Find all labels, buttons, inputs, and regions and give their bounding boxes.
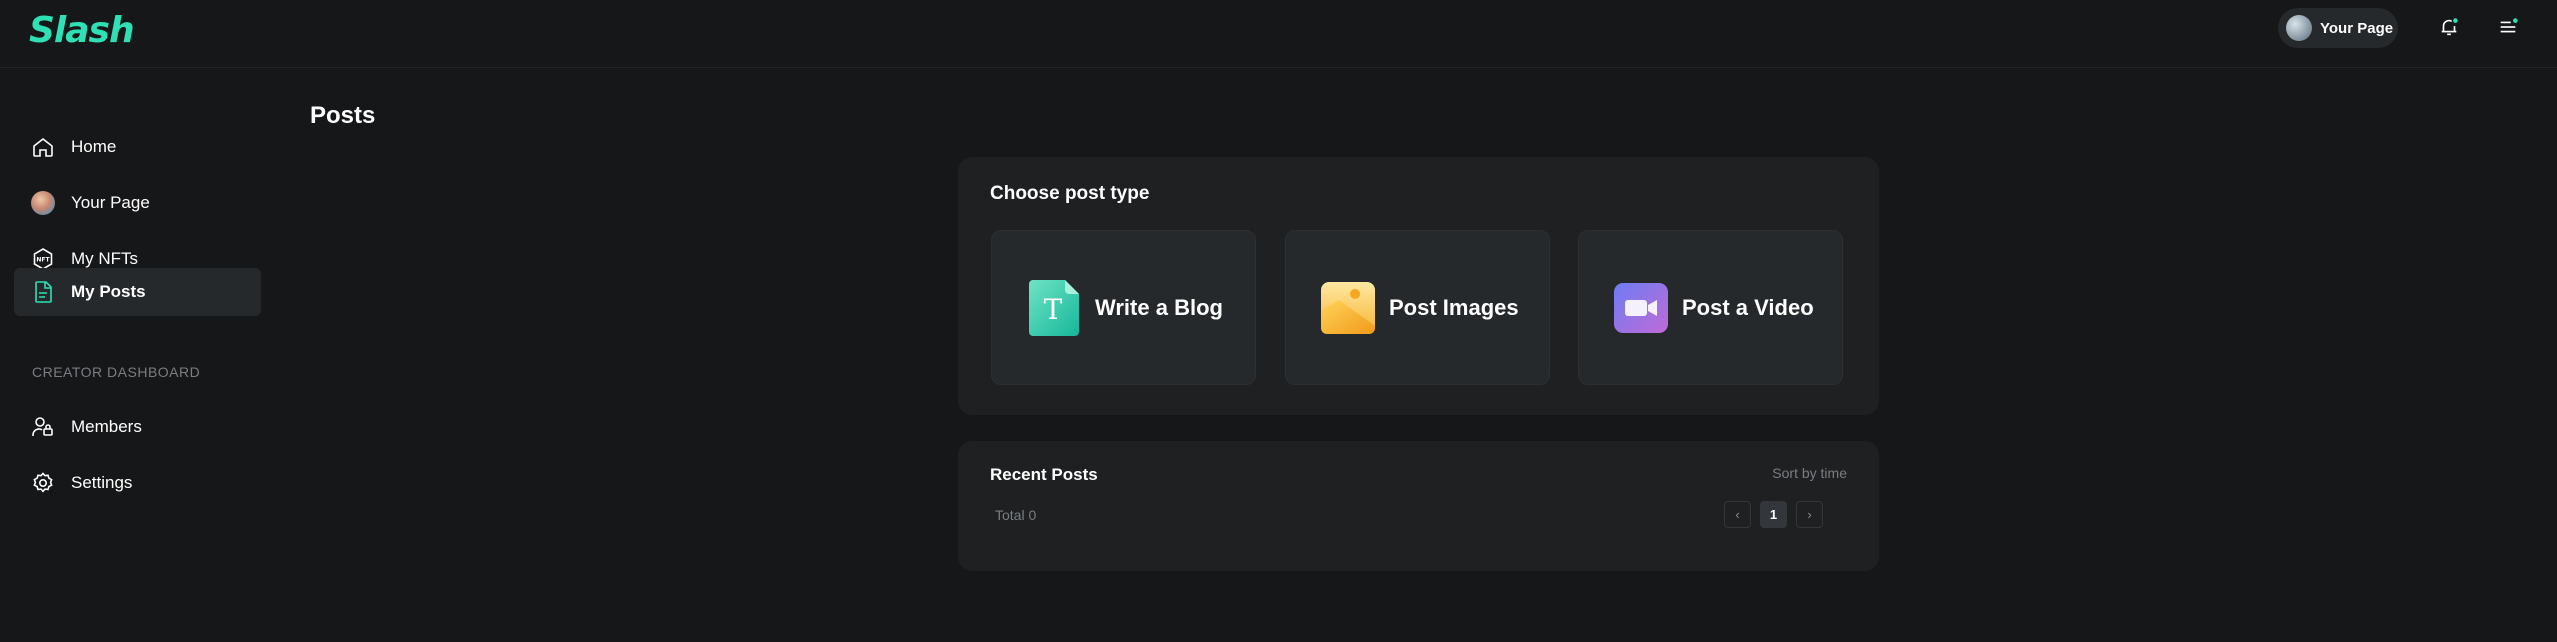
post-images-label: Post Images: [1389, 294, 1519, 320]
recent-posts-title: Recent Posts: [990, 465, 1098, 484]
post-images-button[interactable]: Post Images: [1285, 230, 1550, 385]
your-page-button[interactable]: Your Page: [2278, 8, 2398, 48]
blog-icon: T: [1029, 279, 1079, 336]
sidebar-item-label: Settings: [71, 473, 133, 492]
sort-by-time-button[interactable]: Sort by time: [1772, 465, 1847, 481]
document-icon: [35, 281, 52, 303]
next-page-button[interactable]: ›: [1796, 501, 1823, 528]
gear-icon: [33, 472, 53, 493]
pagination: ‹ 1 ›: [1724, 501, 1823, 528]
svg-text:NFT: NFT: [36, 257, 50, 264]
sidebar-item-members[interactable]: Members: [14, 403, 261, 451]
sidebar-item-label: Your Page: [71, 193, 150, 212]
sidebar-item-settings[interactable]: Settings: [14, 459, 261, 507]
write-blog-label: Write a Blog: [1095, 294, 1223, 320]
image-icon: [1321, 281, 1375, 334]
your-page-label: Your Page: [2320, 19, 2394, 37]
sidebar-item-label: My Posts: [71, 282, 146, 301]
avatar: [31, 191, 55, 215]
total-count: Total 0: [995, 507, 1037, 523]
top-bar: Slash Your Page: [0, 0, 2557, 68]
sidebar-item-your-page[interactable]: Your Page: [14, 179, 261, 227]
recent-posts-card: Recent Posts Sort by time Total 0 ‹ 1 ›: [958, 441, 1879, 571]
svg-text:T: T: [1044, 293, 1063, 326]
section-label-creator-dashboard: CREATOR DASHBOARD: [32, 364, 201, 380]
sidebar-item-my-posts[interactable]: My Posts: [14, 268, 261, 316]
choose-post-type-title: Choose post type: [990, 183, 1150, 204]
write-blog-button[interactable]: T Write a Blog: [991, 230, 1256, 385]
home-icon: [33, 137, 53, 157]
sidebar-item-label: Home: [71, 137, 117, 156]
post-video-label: Post a Video: [1682, 294, 1814, 320]
sidebar-item-label: Members: [71, 417, 142, 436]
page-title: Posts: [310, 102, 376, 129]
avatar: [2286, 15, 2312, 41]
page-number-button[interactable]: 1: [1760, 501, 1787, 528]
bell-icon[interactable]: [2438, 16, 2460, 38]
slash-logo[interactable]: Slash: [29, 10, 135, 51]
sidebar-item-home[interactable]: Home: [14, 123, 261, 171]
post-video-button[interactable]: Post a Video: [1578, 230, 1843, 385]
prev-page-button[interactable]: ‹: [1724, 501, 1751, 528]
video-icon: [1614, 282, 1668, 333]
menu-icon[interactable]: [2497, 16, 2519, 38]
members-icon: [32, 417, 53, 436]
choose-post-type-card: Choose post type T Write a Blog Post Ima…: [958, 157, 1879, 415]
sidebar-item-label: My NFTs: [71, 249, 139, 268]
